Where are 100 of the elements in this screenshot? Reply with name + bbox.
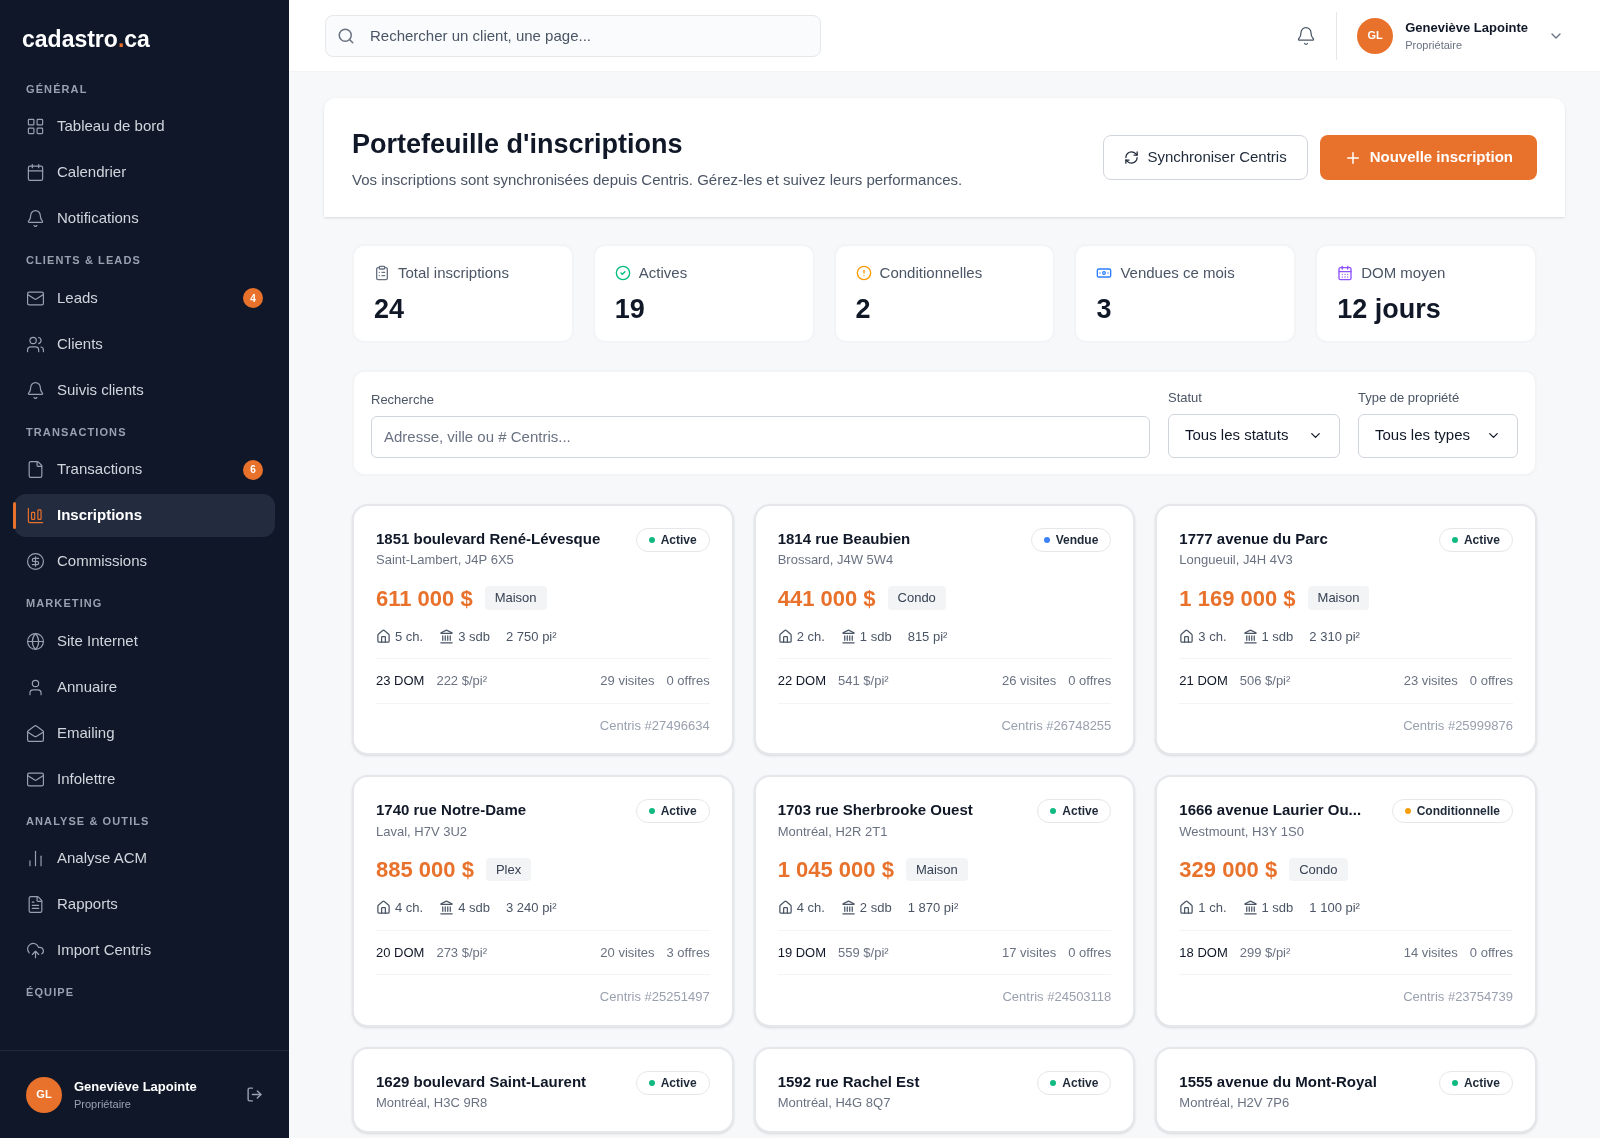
nav-item[interactable]: Rapports (14, 883, 275, 926)
avatar: GL (1357, 17, 1394, 54)
centris-number: Centris #23754739 (1403, 988, 1513, 1006)
house-icon (1179, 900, 1195, 916)
notification-bell-icon[interactable] (1296, 25, 1317, 46)
user-name: Geneviève Lapointe (74, 1077, 198, 1096)
logout-icon[interactable] (246, 1086, 263, 1103)
listing-card[interactable]: 1629 boulevard Saint-Laurent Montréal, H3C 9R8 Active (352, 1046, 734, 1133)
listing-card[interactable]: 1777 avenue du Parc Longueuil, J4H 4V3 Active 1 169 000 $ Maison 3 ch. 1 sdb 2 310 pi² 21 DOM 506 $/pi² 23 visites 0 offres Centris #25999876 (1155, 503, 1537, 755)
house-icon (376, 628, 391, 644)
section-heading: TRANSACTIONS (25, 424, 128, 440)
section-heading: GÉNÉRAL (25, 81, 89, 97)
listing-price: 1 045 000 $ (777, 856, 894, 884)
area: 2 310 pi² (1309, 626, 1360, 646)
global-search-field[interactable]: Rechercher un client, une page... (325, 14, 821, 57)
days-on-market: 21 DOM (1179, 672, 1228, 690)
nav-item[interactable]: Tableau de bord (14, 105, 275, 148)
section-heading: MARKETING (25, 596, 104, 611)
listing-city: Montréal, H4G 8Q7 (777, 1094, 892, 1112)
nav-item[interactable]: Analyse ACM (14, 837, 275, 880)
listing-address: 1703 rue Sherbrooke Ouest (777, 800, 973, 820)
listing-card[interactable]: 1666 avenue Laurier Ou... Westmount, H3Y 1S0 Conditionnelle 329 000 $ Condo 1 ch. 1 sdb 1 100 pi² 18 DOM 299 $/pi² 14 visites 0 offres Centris #23754739 (1155, 775, 1537, 1027)
nav-icon (26, 460, 45, 479)
stat-label: Conditionnelles (879, 263, 983, 283)
listing-card[interactable]: 1703 rue Sherbrooke Ouest Montréal, H2R 2T1 Active 1 045 000 $ Maison 4 ch. 2 sdb 1 870 pi² 19 DOM 559 $/pi² 17 visites 0 offres Centris #24503118 (753, 775, 1136, 1027)
listing-card[interactable]: 1555 avenue du Mont-Royal Montréal, H2V 7P6 Active (1155, 1046, 1537, 1133)
days-on-market: 23 DOM (376, 672, 425, 690)
price-per-sqft: 541 $/pi² (838, 672, 889, 690)
nav-label: Rapports (57, 894, 119, 915)
offers-count: 0 offres (666, 672, 710, 690)
price-per-sqft: 299 $/pi² (1239, 943, 1291, 962)
listing-price: 441 000 $ (777, 584, 876, 613)
nav-item[interactable]: Clients (14, 322, 275, 366)
bedrooms: 1 ch. (1198, 899, 1227, 917)
listing-address: 1592 rue Rachel Est (777, 1071, 920, 1092)
bedrooms: 4 ch. (796, 899, 825, 917)
nav-label: Infolettre (57, 768, 117, 789)
listing-address: 1740 rue Notre-Dame (376, 800, 527, 820)
centris-number: Centris #25251497 (599, 988, 710, 1006)
nav-item[interactable]: Commissions (14, 540, 275, 583)
nav-item[interactable]: Site Internet (14, 619, 275, 663)
nav-item[interactable]: Import Centris (14, 929, 275, 972)
nav-item[interactable]: Transactions 6 (14, 448, 275, 491)
listing-city: Montréal, H3C 9R8 (376, 1094, 489, 1112)
nav-item[interactable]: Leads 4 (14, 276, 275, 320)
nav-icon (26, 941, 45, 960)
property-type-tag: Maison (1307, 586, 1370, 610)
logo[interactable]: cadastro.ca (14, 0, 275, 69)
search-icon (337, 26, 355, 45)
nav-item[interactable]: Calendrier (14, 151, 275, 194)
house-icon (777, 628, 793, 644)
nav-label: Annuaire (57, 676, 119, 697)
property-type-tag: Maison (484, 586, 547, 610)
price-per-sqft: 506 $/pi² (1239, 672, 1291, 690)
nav-item[interactable]: Suivis clients (14, 368, 275, 412)
nav-icon (26, 163, 45, 182)
check-circle-icon (614, 265, 631, 282)
nav-item[interactable]: Inscriptions (14, 494, 275, 537)
listing-card[interactable]: 1740 rue Notre-Dame Laval, H7V 3U2 Active 885 000 $ Plex 4 ch. 4 sdb 3 240 pi² 20 DOM 273 $/pi² 20 visites 3 offres Centris #25251497 (352, 775, 734, 1027)
nav-label: Tableau de bord (57, 116, 166, 137)
stat-value: 3 (1096, 292, 1113, 326)
listing-card[interactable]: 1592 rue Rachel Est Montréal, H4G 8Q7 Active (753, 1046, 1136, 1133)
section-heading: ANALYSE & OUTILS (25, 813, 151, 829)
listing-price: 885 000 $ (376, 856, 474, 884)
offers-count: 0 offres (1068, 672, 1112, 690)
listing-card[interactable]: 1814 rue Beaubien Brossard, J4W 5W4 Vendue 441 000 $ Condo 2 ch. 1 sdb 815 pi² 22 DOM 541 $/pi² 26 visites 0 offres Centris #26748255 (753, 503, 1136, 755)
field-label: Statut (1168, 389, 1203, 407)
nav-item[interactable]: Emailing (14, 711, 275, 755)
listing-card[interactable]: 1851 boulevard René-Lévesque Saint-Lambert, J4P 6X5 Active 611 000 $ Maison 5 ch. 3 sdb 2 750 pi² 23 DOM 222 $/pi² 29 visites 0 offres Centris #27496634 (352, 503, 734, 755)
stat-label: DOM moyen (1361, 263, 1446, 283)
listing-address: 1814 rue Beaubien (777, 528, 911, 549)
bathrooms: 1 sdb (1261, 899, 1294, 917)
stat-value: 12 jours (1337, 292, 1442, 326)
sync-button[interactable]: Synchroniser Centris (1103, 135, 1308, 180)
property-type-tag: Condo (887, 586, 946, 610)
page-subtitle: Vos inscriptions sont synchronisées depuis Centris. Gérez-les et suivez leurs performances. (352, 169, 963, 190)
nav-icon (26, 380, 45, 400)
centris-number: Centris #27496634 (599, 716, 710, 735)
user-name: Geneviève Lapointe (1405, 18, 1528, 37)
nav-item[interactable]: Annuaire (14, 665, 275, 709)
visits-count: 29 visites (600, 672, 655, 690)
type-select[interactable]: Tous les types (1358, 413, 1518, 458)
area: 1 870 pi² (907, 898, 959, 918)
visits-count: 26 visites (1002, 672, 1057, 690)
listing-search-field[interactable]: Adresse, ville ou # Centris... (371, 415, 1150, 458)
status-select[interactable]: Tous les statuts (1168, 413, 1340, 458)
bathrooms: 1 sdb (1261, 627, 1294, 646)
stat-label: Actives (638, 263, 688, 283)
user-role: Propriétaire (1405, 38, 1464, 53)
nav-icon (26, 506, 45, 525)
listing-city: Brossard, J4W 5W4 (777, 551, 895, 569)
nav-item[interactable]: Notifications (14, 197, 275, 240)
days-on-market: 19 DOM (777, 943, 827, 962)
listing-city: Montréal, H2R 2T1 (777, 822, 889, 841)
offers-count: 3 offres (666, 943, 710, 962)
listing-price: 1 169 000 $ (1179, 584, 1296, 613)
property-type-tag: Maison (905, 857, 968, 882)
price-per-sqft: 559 $/pi² (838, 943, 889, 962)
bathrooms: 2 sdb (859, 899, 892, 917)
nav-item[interactable]: Infolettre (14, 757, 275, 801)
